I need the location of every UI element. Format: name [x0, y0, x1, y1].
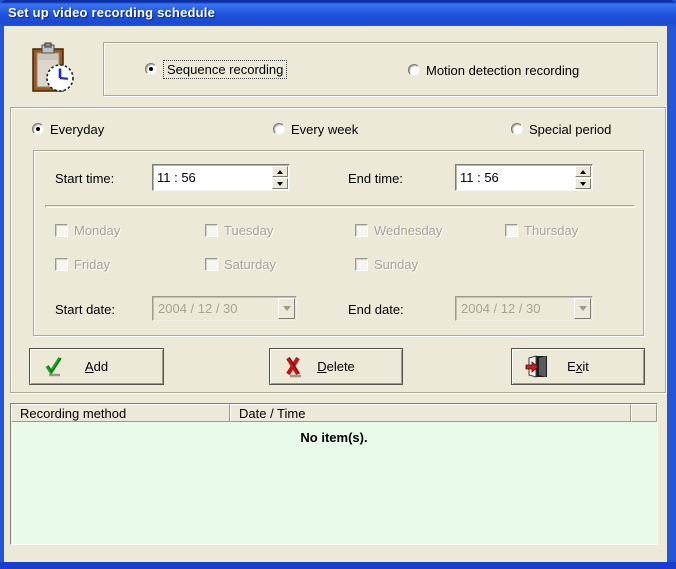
checkbox-label: Saturday — [224, 257, 276, 272]
radio-indicator — [273, 123, 285, 135]
start-date-value: 2004 / 12 / 30 — [158, 301, 238, 316]
radio-indicator — [32, 123, 44, 135]
schedule-clipboard-clock-icon — [26, 42, 76, 98]
column-header-recording-method[interactable]: Recording method — [11, 404, 230, 422]
checkbox-monday: Monday — [55, 223, 120, 237]
add-button-label: Add — [85, 359, 108, 374]
checkbox-label: Tuesday — [224, 223, 273, 238]
empty-list-message: No item(s). — [300, 430, 367, 544]
radio-every-week[interactable]: Every week — [273, 121, 358, 137]
radio-special-period[interactable]: Special period — [511, 121, 611, 137]
list-body: No item(s). — [11, 422, 657, 544]
checkbox-label: Thursday — [524, 223, 578, 238]
chevron-down-icon — [579, 306, 587, 311]
checkbox-box — [355, 224, 368, 237]
radio-indicator — [408, 64, 420, 76]
checkbox-wednesday: Wednesday — [355, 223, 442, 237]
combo-dropdown-button — [278, 298, 295, 319]
separator-line — [45, 205, 635, 208]
checkbox-thursday: Thursday — [505, 223, 578, 237]
schedule-list: Recording method Date / Time No item(s). — [10, 403, 658, 545]
radio-label: Every week — [291, 122, 358, 137]
end-date-value: 2004 / 12 / 30 — [461, 301, 541, 316]
window-border-bottom — [0, 562, 676, 569]
red-x-icon — [283, 355, 305, 382]
end-time-spin-down-button[interactable] — [575, 178, 591, 189]
column-header-filler — [631, 404, 657, 422]
exit-door-icon — [525, 355, 549, 382]
checkbox-label: Monday — [74, 223, 120, 238]
checkbox-box — [205, 258, 218, 271]
checkbox-saturday: Saturday — [205, 257, 276, 271]
checkbox-label: Wednesday — [374, 223, 442, 238]
checkbox-box — [55, 258, 68, 271]
dialog-window: Set up video recording schedule Sequence… — [0, 0, 676, 569]
radio-indicator — [145, 63, 157, 75]
start-time-label: Start time: — [55, 171, 114, 186]
checkmark-icon — [43, 355, 65, 382]
radio-indicator — [511, 123, 523, 135]
column-header-date-time[interactable]: Date / Time — [230, 404, 631, 422]
arrow-down-icon — [580, 182, 586, 186]
delete-button[interactable]: Delete — [269, 348, 403, 385]
end-time-spin-up-button[interactable] — [575, 166, 591, 177]
start-time-spin-down-button[interactable] — [272, 178, 288, 189]
radio-label: Special period — [529, 122, 611, 137]
start-time-input[interactable] — [157, 168, 252, 187]
radio-label: Sequence recording — [163, 60, 287, 79]
checkbox-tuesday: Tuesday — [205, 223, 273, 237]
radio-label: Everyday — [50, 122, 104, 137]
end-date-combo: 2004 / 12 / 30 — [455, 296, 593, 321]
checkbox-box — [205, 224, 218, 237]
checkbox-box — [355, 258, 368, 271]
window-title: Set up video recording schedule — [8, 5, 215, 20]
checkbox-sunday: Sunday — [355, 257, 418, 271]
titlebar[interactable]: Set up video recording schedule — [0, 0, 676, 26]
arrow-up-icon — [580, 170, 586, 174]
end-time-input[interactable] — [460, 168, 555, 187]
start-date-combo: 2004 / 12 / 30 — [152, 296, 297, 321]
list-header: Recording method Date / Time — [11, 404, 657, 422]
end-date-label: End date: — [348, 302, 404, 317]
end-time-label: End time: — [348, 171, 403, 186]
start-date-label: Start date: — [55, 302, 115, 317]
arrow-down-icon — [277, 182, 283, 186]
radio-motion-detection-recording[interactable]: Motion detection recording — [408, 62, 579, 78]
start-time-field[interactable] — [152, 164, 290, 191]
exit-button-label: Exit — [567, 359, 589, 374]
arrow-up-icon — [277, 170, 283, 174]
delete-button-label: Delete — [317, 359, 355, 374]
checkbox-box — [55, 224, 68, 237]
end-time-field[interactable] — [455, 164, 593, 191]
add-button[interactable]: Add — [29, 348, 164, 385]
radio-sequence-recording[interactable]: Sequence recording — [145, 61, 287, 77]
checkbox-label: Sunday — [374, 257, 418, 272]
combo-dropdown-button — [574, 298, 591, 319]
radio-label: Motion detection recording — [426, 63, 579, 78]
checkbox-label: Friday — [74, 257, 110, 272]
exit-button[interactable]: Exit — [511, 348, 645, 385]
checkbox-box — [505, 224, 518, 237]
start-time-spin-up-button[interactable] — [272, 166, 288, 177]
checkbox-friday: Friday — [55, 257, 110, 271]
radio-everyday[interactable]: Everyday — [32, 121, 104, 137]
chevron-down-icon — [283, 306, 291, 311]
